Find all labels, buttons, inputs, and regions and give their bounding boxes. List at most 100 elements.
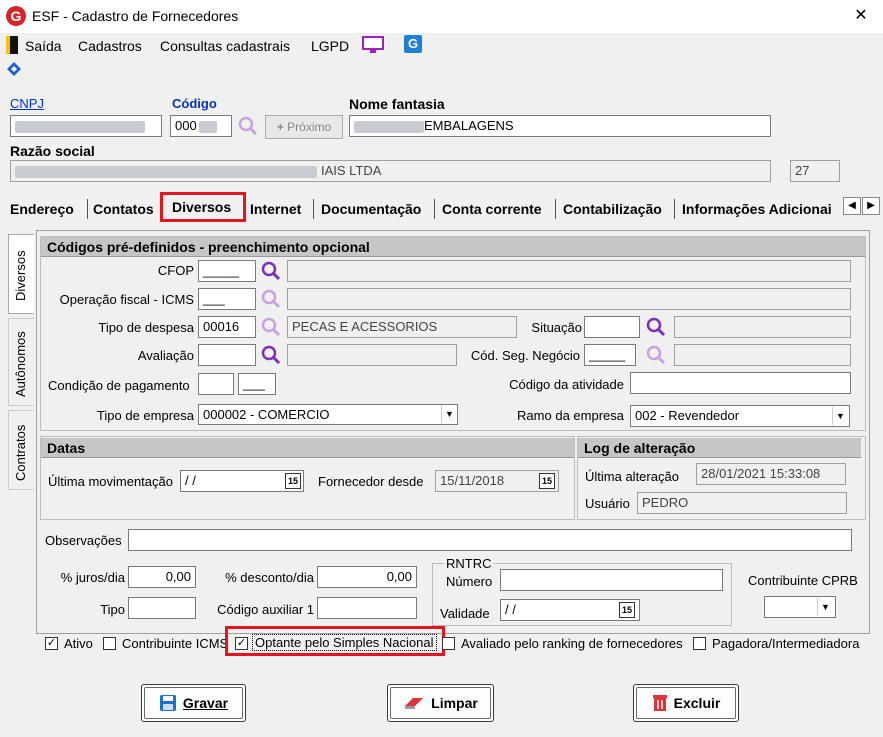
proximo-button[interactable]: + Próximo [265,115,343,139]
network-icon[interactable] [5,61,23,77]
tab-informacoes-adicionais[interactable]: Informações Adicionai [682,198,840,220]
contribuinte-icms-checkbox[interactable] [103,637,116,650]
fornecedor-desde-label: Fornecedor desde [318,474,424,489]
codigo-atividade-input[interactable] [630,372,851,394]
menu-cadastros[interactable]: Cadastros [78,38,142,54]
juros-input[interactable]: 0,00 [128,566,196,588]
search-icon[interactable] [237,115,259,137]
codigo-label: Código [172,96,217,111]
tab-scroll-left-button[interactable]: ◀ [843,197,861,215]
rntrc-numero-input[interactable] [500,569,723,591]
ramo-empresa-select[interactable]: 002 - Revendedor [630,405,850,427]
tab-scroll-right-button[interactable]: ▶ [862,197,880,215]
ativo-checkbox[interactable]: ✓ [45,637,58,650]
desconto-input[interactable]: 0,00 [317,566,417,588]
app-shortcut-icon[interactable]: G [404,35,422,53]
rntrc-calendar-icon[interactable]: 15 [619,602,635,618]
avaliado-ranking-label: Avaliado pelo ranking de fornecedores [461,636,683,651]
avaliado-ranking-checkbox[interactable] [442,637,455,650]
tipo-despesa-input[interactable]: 00016 [198,316,256,338]
cod-seg-negocio-input[interactable]: _____ [584,344,636,366]
datas-section-title: Datas [41,438,574,458]
cfop-input[interactable]: _____ [198,260,256,282]
nome-fantasia-input[interactable]: EMBALAGENS [349,115,771,137]
contribuinte-icms-label: Contribuinte ICMS [122,636,229,651]
side-tab-contratos[interactable]: Contratos [8,410,34,490]
pagadora-label: Pagadora/Intermediadora [712,636,860,651]
cfop-label: CFOP [157,263,194,278]
observacoes-label: Observações [45,533,122,548]
situacao-input[interactable] [584,316,640,338]
tipo-empresa-dropdown-icon[interactable]: ▼ [441,405,457,423]
usuario-value: PEDRO [637,492,847,514]
condicao-pagamento-label: Condição de pagamento [48,378,190,393]
gravar-button[interactable]: Gravar [141,684,246,722]
codigo-input[interactable]: 000 [170,115,232,137]
rntrc-validade-label: Validade [440,606,490,621]
tipo-despesa-search-icon[interactable] [260,316,282,338]
calendar-icon[interactable]: 15 [285,473,301,489]
window-title: ESF - Cadastro de Fornecedores [32,8,239,24]
tipo-despesa-description: PECAS E ACESSORIOS [287,316,517,338]
avaliacao-input[interactable] [198,344,256,366]
situacao-search-icon[interactable] [645,316,667,338]
log-section-title: Log de alteração [578,438,861,458]
ramo-empresa-dropdown-icon[interactable]: ▼ [832,407,848,425]
cfop-search-icon[interactable] [260,260,282,282]
avaliacao-label: Avaliação [137,348,194,363]
razao-social-input: IAIS LTDA [10,160,771,182]
menu-saida[interactable]: Saída [25,38,62,54]
menu-consultas-cadastrais[interactable]: Consultas cadastrais [160,38,290,54]
operacao-fiscal-input[interactable]: ___ [198,288,256,310]
side-tab-autonomos[interactable]: Autônomos [8,318,34,406]
rntrc-title: RNTRC [444,556,494,571]
excluir-button[interactable]: Excluir [633,684,739,722]
desconto-label: % desconto/dia [225,570,314,585]
menu-lgpd[interactable]: LGPD [311,38,349,54]
rntrc-numero-label: Número [446,574,493,589]
codigos-section-title: Códigos pré-definidos - preenchimento op… [41,237,865,257]
cfop-description [287,260,851,282]
tab-diversos-highlight [160,192,246,222]
cod-seg-search-icon[interactable] [645,344,667,366]
cnpj-label[interactable]: CNPJ [10,96,44,111]
pagadora-checkbox[interactable] [693,637,706,650]
tab-endereco[interactable]: Endereço [10,198,74,220]
condicao-pagamento-input-1[interactable] [198,373,234,395]
plus-icon: + [276,120,284,134]
condicao-pagamento-input-2[interactable]: ___ [238,373,276,395]
ultima-alteracao-value: 28/01/2021 15:33:08 [696,463,846,485]
cod-seg-negocio-label: Cód. Seg. Negócio [470,348,580,363]
exit-door-icon[interactable] [6,36,18,54]
tab-internet[interactable]: Internet [250,198,301,220]
situacao-description [674,316,851,338]
fornecedor-desde-calendar-icon[interactable]: 15 [539,473,555,489]
tipo-empresa-select[interactable]: 000002 - COMERCIO [198,404,458,425]
operacao-description [287,288,851,310]
operacao-search-icon[interactable] [260,288,282,310]
cprb-dropdown-icon[interactable]: ▼ [817,598,833,616]
observacoes-input[interactable] [128,529,852,551]
ultima-alteracao-label: Última alteração [585,469,679,484]
operacao-fiscal-label: Operação fiscal - ICMS [59,292,194,307]
razao-social-label: Razão social [10,143,95,159]
tipo-despesa-label: Tipo de despesa [98,320,194,335]
limpar-button[interactable]: Limpar [387,684,494,722]
tab-documentacao[interactable]: Documentação [321,198,421,220]
monitor-icon[interactable] [362,36,384,54]
tipo-input[interactable] [128,597,196,619]
cnpj-input[interactable] [10,115,162,137]
tab-contatos[interactable]: Contatos [93,198,154,220]
optante-highlight [225,626,445,656]
codigo-auxiliar-input[interactable] [317,597,417,619]
tab-conta-corrente[interactable]: Conta corrente [442,198,542,220]
ativo-label: Ativo [64,636,93,651]
tab-contabilizacao[interactable]: Contabilização [563,198,662,220]
side-tab-diversos[interactable]: Diversos [8,234,34,314]
close-button[interactable]: ✕ [848,4,874,28]
avaliacao-search-icon[interactable] [260,344,282,366]
cod-seg-description [674,344,851,366]
razao-extra-field: 27 [790,160,840,182]
ramo-empresa-label: Ramo da empresa [517,408,624,423]
juros-label: % juros/dia [60,570,125,585]
